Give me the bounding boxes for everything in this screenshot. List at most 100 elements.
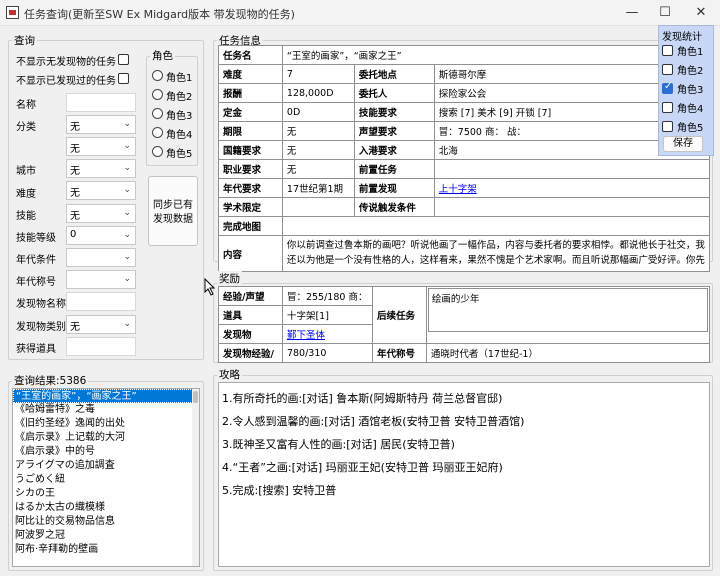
prereq-discovery-link[interactable]: 上十字架 [439, 184, 477, 195]
guide-line: 5.完成:[搜索] 安特卫普 [222, 484, 337, 497]
discovery-name-input[interactable] [66, 292, 136, 311]
role-4-label: 角色4 [166, 130, 193, 141]
list-item[interactable]: 阿布·辛拜勒的壁画 [13, 543, 199, 557]
chevron-down-icon: ⌄ [123, 141, 131, 151]
category-select-1[interactable]: 无 ⌄ [66, 115, 136, 134]
results-scrollbar[interactable] [192, 389, 199, 566]
category-select-2[interactable]: 无 ⌄ [66, 137, 136, 156]
list-item[interactable]: “王室的画家”，“画家之王” [13, 389, 199, 403]
skill-level-label: 技能等级 [16, 233, 56, 244]
deadline-key: 期限 [218, 121, 283, 141]
table-row: 期限无声望要求 冒：7500 商： 战： [218, 121, 711, 141]
followup-key: 后续任务 [371, 286, 427, 344]
save-button[interactable]: 保存 [663, 136, 703, 152]
hide-discovered-checkbox[interactable] [118, 73, 129, 84]
stats-role-4-label: 角色4 [677, 104, 704, 115]
skill-req-key: 技能要求 [353, 102, 435, 122]
chevron-down-icon: ⌄ [123, 319, 131, 329]
difficulty-select[interactable]: 无 ⌄ [66, 181, 136, 200]
table-row: 内容 你以前调查过鲁本斯的画吧？听说他画了一幅作品，内容与委托者的要求相悖。都说他… [218, 235, 711, 272]
discovery-stats-title: 发现统计 [662, 32, 702, 43]
role-2-radio[interactable] [152, 89, 163, 100]
skill-level-select[interactable]: 0 ⌄ [66, 226, 136, 245]
guide-title: 攻略 [217, 367, 242, 382]
content-value: 你以前调查过鲁本斯的画吧？听说他画了一幅作品，内容与委托者的要求相悖。都说他长于… [281, 235, 711, 272]
era-title-select[interactable]: ⌄ [66, 270, 136, 289]
city-select[interactable]: 无 ⌄ [66, 159, 136, 178]
difficulty-key: 难度 [218, 64, 283, 84]
maximize-button[interactable]: ☐ [648, 0, 682, 26]
role-1-radio[interactable] [152, 70, 163, 81]
list-item[interactable]: はるか太古の織模様 [13, 501, 199, 515]
era-title-label: 年代称号 [16, 277, 56, 288]
list-item[interactable]: 《启示录》上记载的大河 [13, 431, 199, 445]
skill-label: 技能 [16, 211, 36, 222]
role-5-radio[interactable] [152, 146, 163, 157]
era-select[interactable]: ⌄ [66, 248, 136, 267]
exp-key: 经验/声望 [218, 286, 283, 306]
academic-key: 学术限定 [218, 197, 283, 217]
role-2-label: 角色2 [166, 92, 193, 103]
stats-role-4-checkbox[interactable] [662, 102, 673, 113]
era-label: 年代条件 [16, 255, 56, 266]
stats-role-2-checkbox[interactable] [662, 64, 673, 75]
list-item[interactable]: 阿波罗之冠 [13, 529, 199, 543]
query-group-title: 查询 [12, 33, 37, 48]
list-item[interactable]: 《旧约圣经》逸闻的出处 [13, 417, 199, 431]
role-4-radio[interactable] [152, 127, 163, 138]
minimize-button[interactable]: — [615, 0, 649, 26]
era-title-key: 年代称号 [371, 343, 427, 363]
list-item[interactable]: アライグマの追加調査 [13, 459, 199, 473]
skill-select[interactable]: 无 ⌄ [66, 204, 136, 223]
stats-role-1-checkbox[interactable] [662, 45, 673, 56]
table-row: 任务名 “王室的画家”，“画家之王” [218, 45, 711, 65]
quest-name-value: “王室的画家”，“画家之王” [281, 45, 711, 65]
table-row: 定金 0D 技能要求 搜索 [7] 美术 [9] 开锁 [7] [218, 102, 711, 122]
app-icon [6, 6, 19, 19]
guide-textbox[interactable]: 1.有所奇托的画:[对话] 鲁本斯(阿姆斯特丹 荷兰总督官邸) 2.令人感到温馨… [218, 382, 710, 567]
hide-no-discovery-label: 不显示无发现物的任务 [16, 57, 116, 68]
discovery-link[interactable]: 鄞下圣体 [287, 330, 325, 341]
reward-item-input[interactable] [66, 337, 136, 356]
stats-role-3-checkbox[interactable] [662, 81, 673, 94]
scrollbar-thumb[interactable] [193, 391, 198, 403]
list-item[interactable]: 《启示录》中的号 [13, 445, 199, 459]
role-3-radio[interactable] [152, 108, 163, 119]
job-req-value: 无 [281, 159, 355, 179]
list-item[interactable]: 《哈姆雷特》之毒 [13, 403, 199, 417]
hide-no-discovery-checkbox[interactable] [118, 54, 129, 65]
quest-info-table: 任务名 “王室的画家”，“画家之王” 难度 7 委托地点 斯德哥尔摩 报酬 128,000… [218, 45, 711, 272]
location-key: 委托地点 [353, 64, 435, 84]
results-listbox[interactable]: “王室的画家”，“画家之王” 《哈姆雷特》之毒 《旧约圣经》逸闻的出处 《启示录… [12, 388, 200, 567]
exp-value: 冒：255/180 商： [281, 286, 373, 306]
legend-trigger-key: 传说触发条件 [353, 197, 435, 217]
list-item[interactable]: シカの王 [13, 487, 199, 501]
deadline-value: 无 [281, 121, 355, 141]
role-1-label: 角色1 [166, 73, 193, 84]
table-row: 职业要求无前置任务 [218, 159, 711, 179]
chevron-down-icon: ⌄ [123, 230, 131, 240]
prereq-quest-value [433, 159, 711, 179]
completion-map-key: 完成地图 [218, 216, 283, 236]
table-row: 经验/声望 冒：255/180 商： 后续任务 绘画的少年 [218, 286, 711, 344]
list-item[interactable]: 阿比让的交易物品信息 [13, 515, 199, 529]
results-title: 查询结果:5386 [12, 373, 89, 388]
name-input[interactable] [66, 93, 136, 112]
list-item[interactable]: うごめく紐 [13, 473, 199, 487]
legend-trigger-value [433, 197, 711, 217]
stats-role-5-checkbox[interactable] [662, 121, 673, 132]
chevron-down-icon: ⌄ [123, 185, 131, 195]
window-title: 任务查询(更新至SW Ex Midgard版本 带发现物的任务) [24, 8, 295, 21]
reward-title: 奖励 [217, 271, 242, 286]
guide-line: 3.既神圣又富有人性的画:[对话] 居民(安特卫普) [222, 438, 455, 451]
nationality-key: 国籍要求 [218, 140, 283, 160]
chevron-down-icon: ⌄ [123, 252, 131, 262]
guide-line: 2.令人感到温馨的画:[对话] 酒馆老板(安特卫普 安特卫普酒馆) [222, 415, 525, 428]
close-button[interactable]: ✕ [684, 0, 718, 26]
followup-value: 绘画的少年 [427, 288, 708, 332]
discovery-name-label: 发现物名称 [16, 299, 66, 310]
sync-discovery-button[interactable]: 同步已有发现数据 [148, 176, 198, 246]
era-req-value: 17世纪第1期 [281, 178, 355, 198]
discovery-type-select[interactable]: 无 ⌄ [66, 315, 136, 334]
stats-role-1-label: 角色1 [677, 47, 704, 58]
